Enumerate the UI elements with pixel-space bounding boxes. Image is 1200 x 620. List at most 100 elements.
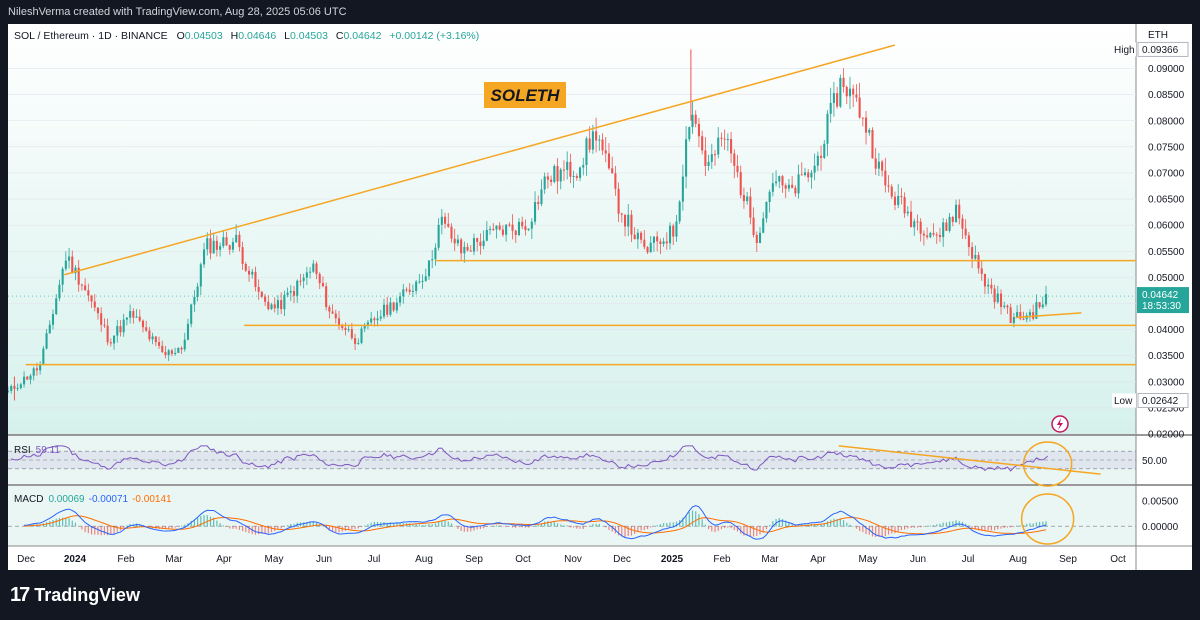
macd-histogram-bar (585, 526, 588, 527)
price-tick: 0.03000 (1148, 377, 1185, 388)
candle-body (334, 313, 337, 319)
candle-body (646, 247, 649, 253)
candle-body (652, 236, 655, 243)
candle-body (816, 155, 819, 166)
macd-histogram-bar (434, 523, 437, 527)
candle-body (145, 327, 148, 331)
macd-histogram-bar (1038, 521, 1041, 527)
chart-frame[interactable]: 0.09000 0.08500 0.08000 0.07500 0.07000 0.065… (8, 24, 1192, 570)
candle-body (913, 221, 916, 228)
candle-body (971, 247, 974, 259)
macd-histogram-bar (534, 525, 536, 527)
candle-body (569, 161, 572, 177)
high-value: 0.09366 (1142, 45, 1179, 56)
macd-histogram-bar (711, 526, 713, 532)
candle-body (752, 217, 755, 235)
candle-body (418, 281, 421, 283)
candle-body (8, 390, 10, 392)
candle-body (80, 284, 83, 286)
candle-body (633, 234, 636, 240)
macd-histogram-bar (643, 526, 645, 531)
macd-histogram-bar (81, 526, 83, 530)
legend-symbol: SOL / Ethereum · 1D · BINANCE (14, 30, 168, 42)
candle-body (521, 221, 524, 227)
macd-histogram-bar (650, 526, 652, 528)
macd-histogram-bar (486, 526, 488, 527)
price-tick: 0.05500 (1148, 247, 1185, 258)
candle-body (42, 348, 45, 365)
candle-body (881, 161, 884, 171)
macd-histogram-bar (769, 524, 771, 527)
candle-body (463, 246, 466, 254)
candle-body (309, 271, 312, 273)
candle-body (845, 87, 848, 97)
candle-body (848, 88, 852, 97)
candle-body (588, 138, 591, 150)
candle-body (125, 317, 128, 320)
tradingview-logo[interactable]: 17 TradingView (10, 584, 140, 607)
candle-body (720, 137, 723, 139)
candle-body (893, 196, 897, 206)
candle-body (411, 290, 414, 292)
macd-histogram-bar (672, 522, 674, 527)
macd-histogram-bar (245, 526, 247, 532)
macd-v3: -0.00141 (132, 494, 172, 505)
macd-histogram-bar (646, 526, 649, 530)
candle-body (595, 131, 598, 141)
rsi-label: RSI 59.11 (14, 445, 60, 456)
candle-body (379, 316, 382, 319)
macd-histogram-bar (1006, 526, 1009, 528)
macd-histogram-bar (58, 518, 61, 527)
candle-body (254, 271, 257, 288)
rsi-value: 59.11 (36, 445, 61, 456)
candle-body (260, 291, 263, 297)
candle-body (803, 172, 807, 176)
macd-histogram-bar (778, 518, 780, 527)
time-tick: 2025 (661, 554, 684, 565)
macd-histogram-bar (518, 526, 520, 528)
candle-body (685, 139, 688, 177)
time-tick: 2024 (64, 554, 87, 565)
macd-histogram-bar (1013, 526, 1015, 528)
macd-histogram-bar (290, 524, 292, 527)
candle-body (575, 175, 578, 178)
macd-histogram-bar (421, 524, 424, 527)
macd-histogram-bar (904, 526, 906, 530)
top-bar: NileshVerma created with TradingView.com… (0, 0, 1200, 24)
candle-body (164, 352, 167, 356)
time-axis[interactable]: Dec 2024 Feb Mar Apr May Jun Jul Aug Sep Oct Nov Dec… (17, 554, 1126, 565)
candle-body (983, 273, 987, 287)
candle-body (678, 201, 681, 222)
candle-body (585, 138, 588, 166)
candle-body (922, 233, 925, 236)
macd-histogram-bar (595, 523, 597, 527)
macd-histogram-bar (222, 525, 224, 527)
candle-body (964, 228, 967, 236)
macd-histogram-bar (589, 525, 591, 527)
candle-body (527, 228, 530, 231)
macd-histogram-bar (123, 526, 125, 528)
chart-svg[interactable]: 0.09000 0.08500 0.08000 0.07500 0.07000 0.065… (8, 24, 1192, 570)
macd-histogram-bar (110, 526, 112, 535)
candle-body (29, 375, 32, 380)
macd-histogram-bar (916, 526, 919, 528)
macd-histogram-bar (926, 525, 928, 527)
macd-histogram-bar (945, 522, 947, 527)
time-tick: Aug (415, 554, 433, 565)
candle-body (640, 232, 643, 240)
candle-body (948, 216, 951, 231)
candle-body (842, 77, 845, 88)
macd-histogram-bar (929, 525, 931, 527)
macd-histogram-bar (923, 526, 925, 528)
candle-body (235, 234, 238, 243)
price-tick: 0.08000 (1148, 116, 1185, 127)
candle-body (627, 214, 630, 227)
macd-histogram-bar (859, 526, 861, 532)
candle-body (601, 139, 604, 151)
candle-body (855, 94, 858, 98)
candle-body (537, 202, 540, 205)
candle-body (55, 298, 58, 315)
candle-body (251, 271, 254, 275)
macd-histogram-bar (563, 525, 565, 527)
candle-body (344, 328, 347, 330)
